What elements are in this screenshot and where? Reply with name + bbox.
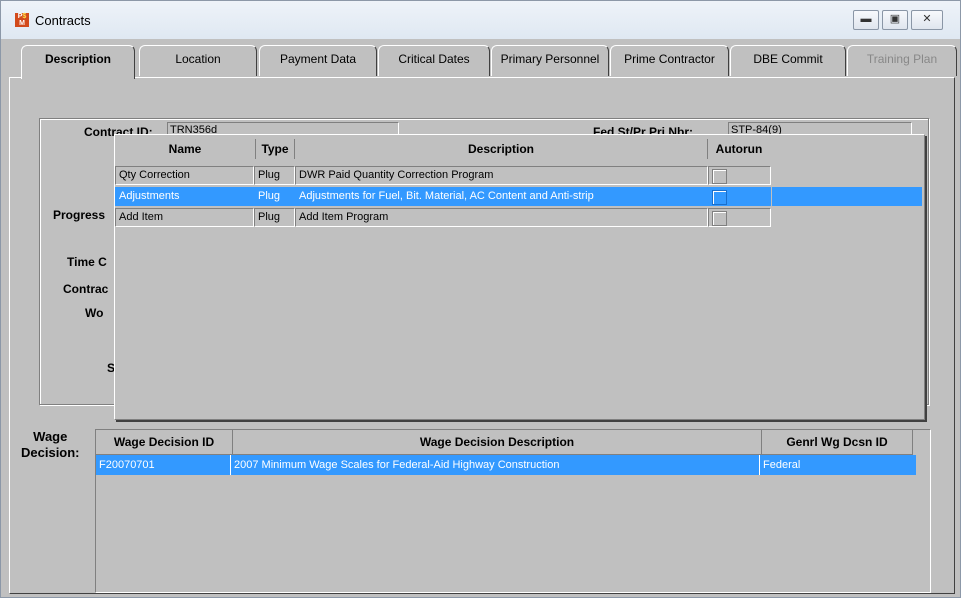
column-header-wage-description[interactable]: Wage Decision Description — [233, 430, 762, 455]
progress-label: Progress — [53, 208, 106, 222]
column-header-description[interactable]: Description — [295, 139, 708, 159]
column-header-autorun[interactable]: Autorun — [708, 139, 770, 159]
row-autorun — [708, 208, 771, 227]
row-type: Plug — [254, 187, 295, 206]
row-type: Plug — [254, 166, 295, 185]
table-row[interactable]: F20070701 2007 Minimum Wage Scales for F… — [96, 455, 916, 475]
wage-id-cell: F20070701 — [96, 455, 231, 475]
tab-location[interactable]: Location — [139, 45, 257, 76]
table-row[interactable]: Adjustments Plug Adjustments for Fuel, B… — [115, 187, 924, 206]
tab-critical-dates[interactable]: Critical Dates — [378, 45, 490, 76]
contract-label: Contrac — [63, 282, 109, 296]
autorun-checkbox[interactable] — [712, 169, 727, 184]
autorun-checkbox[interactable] — [712, 211, 727, 226]
row-description: Adjustments for Fuel, Bit. Material, AC … — [295, 187, 708, 206]
work-label: Wo — [85, 306, 104, 320]
wage-decision-grid: Wage Decision ID Wage Decision Descripti… — [95, 429, 931, 593]
row-description: DWR Paid Quantity Correction Program — [295, 166, 708, 185]
autorun-checkbox[interactable] — [712, 190, 727, 205]
general-id-cell: Federal — [763, 459, 801, 471]
column-header-name[interactable]: Name — [115, 139, 256, 159]
wage-label-line1: Wage — [33, 429, 68, 444]
column-header-wage-id[interactable]: Wage Decision ID — [96, 430, 233, 455]
column-header-general-id[interactable]: Genrl Wg Dcsn ID — [762, 430, 913, 455]
row-autorun — [708, 166, 771, 185]
close-button[interactable]: ✕ — [911, 10, 943, 30]
wage-label-line2: Decision: — [21, 445, 80, 460]
tab-dbe-commit[interactable]: DBE Commit — [730, 45, 846, 76]
tab-payment-data[interactable]: Payment Data — [259, 45, 377, 76]
tab-primary-personnel[interactable]: Primary Personnel — [491, 45, 609, 76]
selection-highlight — [772, 187, 922, 206]
wage-description-cell: 2007 Minimum Wage Scales for Federal-Aid… — [231, 455, 760, 475]
tab-training-plan: Training Plan — [847, 45, 957, 76]
psm-app-icon: P$ M — [15, 13, 29, 27]
tab-prime-contractor[interactable]: Prime Contractor — [610, 45, 729, 76]
row-name: Adjustments — [115, 187, 254, 206]
row-type: Plug — [254, 208, 295, 227]
column-header-type[interactable]: Type — [256, 139, 295, 159]
restore-button[interactable]: ▣ — [882, 10, 908, 30]
row-name: Qty Correction — [115, 166, 254, 185]
tab-description[interactable]: Description — [21, 45, 135, 79]
row-name: Add Item — [115, 208, 254, 227]
contracts-window: P$ M Contracts ▬ ▣ ✕ Description Location… — [0, 0, 961, 598]
minimize-button[interactable]: ▬ — [853, 10, 879, 30]
row-autorun — [708, 187, 771, 206]
row-description: Add Item Program — [295, 208, 708, 227]
title-bar: P$ M Contracts ▬ ▣ ✕ — [1, 1, 960, 39]
window-title: Contracts — [35, 13, 91, 28]
time-label: Time C — [67, 255, 107, 269]
wage-decision-label: Wage Decision: — [21, 429, 80, 461]
program-popup-list: Name Type Description Autorun Qty Correc… — [114, 134, 925, 420]
